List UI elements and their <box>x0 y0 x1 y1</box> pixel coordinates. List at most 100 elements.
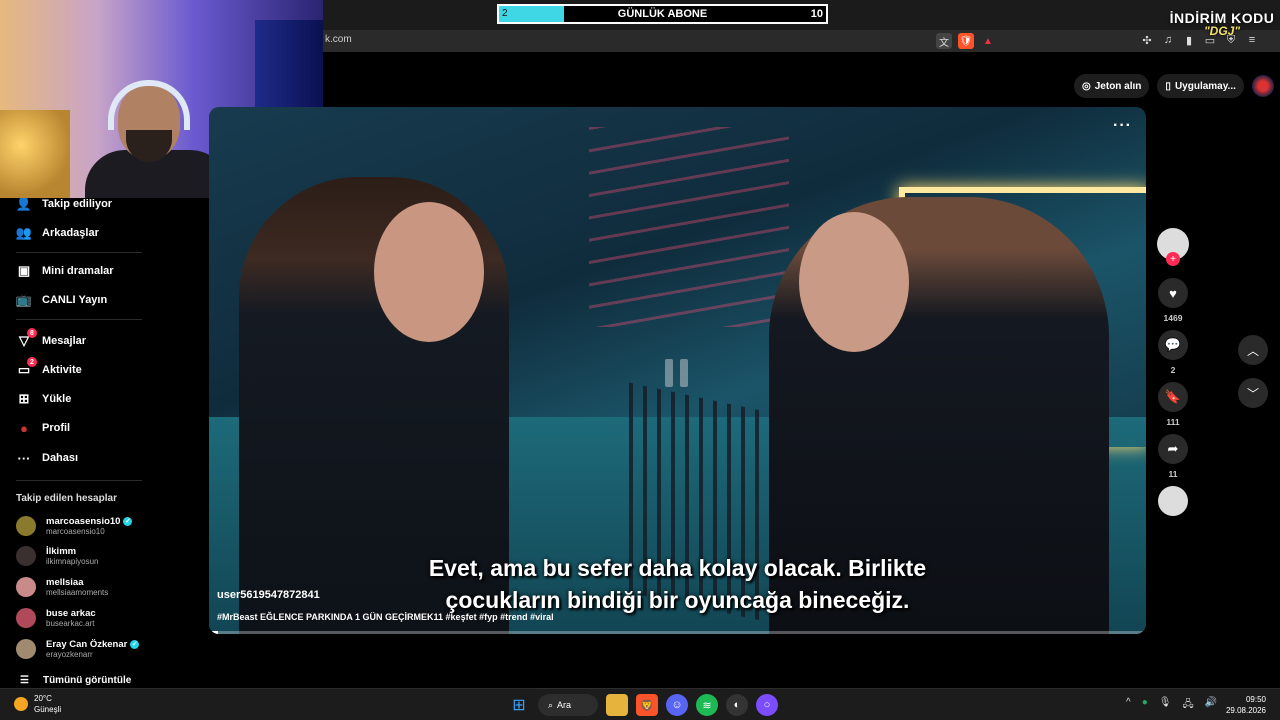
chevron-up-icon: ︿ <box>1246 343 1259 358</box>
list-icon: ☰ <box>20 675 29 686</box>
clock[interactable]: 09:50 29.08.2026 <box>1226 694 1266 716</box>
chevron-up-icon[interactable]: ^ <box>1126 697 1131 714</box>
system-tray: ^ ● 🎙 🖧 🔊 <box>1126 697 1217 714</box>
account-name: İlkimm <box>46 546 77 557</box>
sidebar-item-mini-dramas[interactable]: ▣ Mini dramalar <box>16 263 114 279</box>
following-account[interactable]: Eray Can Özkenar ✓ erayozkenarr <box>16 639 140 659</box>
following-account[interactable]: İlkimm ilkimnapiyosun <box>16 546 98 566</box>
sidebar-item-profile[interactable]: ● Profil <box>16 420 70 436</box>
sidebar-item-friends[interactable]: 👥 Arkadaşlar <box>16 225 99 241</box>
search-icon: ⌕ <box>548 699 554 710</box>
sidebar-item-label: Aktivite <box>42 364 82 376</box>
pause-icon[interactable] <box>658 355 694 391</box>
discord-icon[interactable]: ☺ <box>666 694 688 716</box>
microphone-icon[interactable]: 🎙 <box>1159 697 1172 714</box>
network-icon[interactable]: 🖧 <box>1182 697 1193 714</box>
video-progress-bar[interactable] <box>209 631 1146 634</box>
account-name: Eray Can Özkenar <box>46 639 128 650</box>
account-avatar <box>16 577 36 597</box>
account-username: mellsiaamoments <box>46 588 109 597</box>
comment-icon: 💬 <box>1164 337 1182 352</box>
previous-video-button[interactable]: ︿ <box>1238 335 1268 365</box>
clock-date: 29.08.2026 <box>1225 706 1266 715</box>
video-player[interactable]: ··· Evet, ama bu sefer daha kolay olacak… <box>209 107 1146 634</box>
messages-badge: 8 <box>27 328 37 338</box>
brave-rewards-icon[interactable]: ▲ <box>980 33 996 49</box>
subscriber-goal-bar: 2 GÜNLÜK ABONE 10 <box>497 4 828 24</box>
phone-icon: ▯ <box>1165 80 1171 92</box>
sidebar-item-more[interactable]: ··· Dahası <box>16 450 79 466</box>
weather-widget[interactable]: 20°C Güneşli <box>14 693 61 715</box>
see-all-following-link[interactable]: ☰ Tümünü görüntüle <box>20 675 131 686</box>
sidebar-item-label: Yükle <box>42 393 72 405</box>
translate-icon[interactable]: 文 <box>936 33 952 49</box>
sidebar-item-upload[interactable]: ⊞ Yükle <box>16 391 72 407</box>
divider <box>16 480 142 481</box>
more-icon: ··· <box>17 450 31 466</box>
following-account[interactable]: marcoasensio10 ✓ marcoasensio10 <box>16 516 133 536</box>
account-name: mellsiaa <box>46 577 84 588</box>
following-icon: 👤 <box>15 196 33 211</box>
temperature: 20°C <box>34 694 52 703</box>
sound-disc-icon[interactable] <box>1158 486 1188 516</box>
sidebar-item-label: Arkadaşlar <box>42 227 99 239</box>
account-username: ilkimnapiyosun <box>46 557 99 566</box>
account-avatar <box>16 516 36 536</box>
get-app-label: Uygulamay... <box>1174 80 1236 92</box>
sidebar-item-messages[interactable]: ▽ 8 Mesajlar <box>16 328 87 349</box>
url-text[interactable]: k.com <box>325 34 352 45</box>
live-icon: 📺 <box>15 292 33 307</box>
video-author[interactable]: user5619547872841 <box>217 589 320 601</box>
account-username: erayozkenarr <box>46 650 93 659</box>
account-name: buse arkac <box>46 608 96 619</box>
weather-condition: Güneşli <box>34 705 62 714</box>
like-count: 1469 <box>1163 313 1183 323</box>
taskbar-search[interactable]: ⌕ Ara <box>538 694 598 716</box>
video-caption[interactable]: #MrBeast EĞLENCE PARKINDA 1 GÜN GEÇİRMEK… <box>217 612 554 622</box>
windows-taskbar: 20°C Güneşli ⊞ ⌕ Ara 🦁 ☺ ≋ ◐ ○ ^ ● 🎙 🖧 🔊… <box>0 688 1280 720</box>
brave-browser-icon[interactable]: 🦁 <box>636 694 658 716</box>
save-count: 111 <box>1166 417 1180 427</box>
video-progress-fill <box>209 631 219 634</box>
webcam-lamp <box>0 110 70 198</box>
mini-drama-icon: ▣ <box>17 263 31 278</box>
sidebar-item-label: Mesajlar <box>42 335 87 347</box>
app-icon[interactable]: ○ <box>756 694 778 716</box>
follow-plus-icon[interactable]: + <box>1166 252 1180 266</box>
subtitle-line: Evet, ama bu sefer daha kolay olacak. Bi… <box>428 555 927 581</box>
account-name: marcoasensio10 <box>46 516 121 527</box>
share-count: 11 <box>1168 469 1178 479</box>
account-avatar <box>16 639 36 659</box>
file-explorer-icon[interactable] <box>606 694 628 716</box>
volume-icon[interactable]: 🔊 <box>1205 697 1217 714</box>
sun-icon <box>14 697 28 711</box>
brave-shield-icon[interactable]: 🛡 <box>958 33 974 49</box>
get-app-button[interactable]: ▯ Uygulamay... <box>1157 74 1244 98</box>
chevron-down-icon: ﹀ <box>1246 386 1259 401</box>
save-button[interactable]: 🔖 <box>1158 382 1188 412</box>
obs-icon[interactable]: ◐ <box>726 694 748 716</box>
activity-icon: ▭ 2 <box>16 357 37 378</box>
sidebar-item-following[interactable]: 👤 Takip ediliyor <box>16 196 112 212</box>
promo-overlay: İNDİRİM KODU "DGJ" <box>1164 10 1280 38</box>
comment-button[interactable]: 💬 <box>1158 330 1188 360</box>
following-account[interactable]: buse arkac busearkac.art <box>16 608 96 628</box>
spotify-icon[interactable]: ≋ <box>696 694 718 716</box>
following-account[interactable]: mellsiaa mellsiaamoments <box>16 577 108 597</box>
extensions-icon[interactable]: ✣ <box>1140 33 1154 47</box>
windows-start-icon[interactable]: ⊞ <box>508 694 530 716</box>
account-avatar <box>16 608 36 628</box>
profile-avatar[interactable] <box>1251 75 1274 97</box>
app-tray-icon[interactable]: ● <box>1142 697 1148 714</box>
get-coins-label: Jeton alın <box>1094 80 1142 92</box>
get-coins-button[interactable]: ◎ Jeton alın <box>1074 74 1150 98</box>
sidebar-item-activity[interactable]: ▭ 2 Aktivite <box>16 357 82 378</box>
sidebar-item-live[interactable]: 📺 CANLI Yayın <box>16 292 107 308</box>
more-options-icon[interactable]: ··· <box>1113 117 1132 135</box>
verified-icon: ✓ <box>130 640 140 649</box>
like-button[interactable]: ♥ <box>1158 278 1188 308</box>
account-avatar <box>16 546 36 566</box>
share-button[interactable]: ➦ <box>1158 434 1188 464</box>
activity-badge: 2 <box>27 357 37 367</box>
next-video-button[interactable]: ﹀ <box>1238 378 1268 408</box>
